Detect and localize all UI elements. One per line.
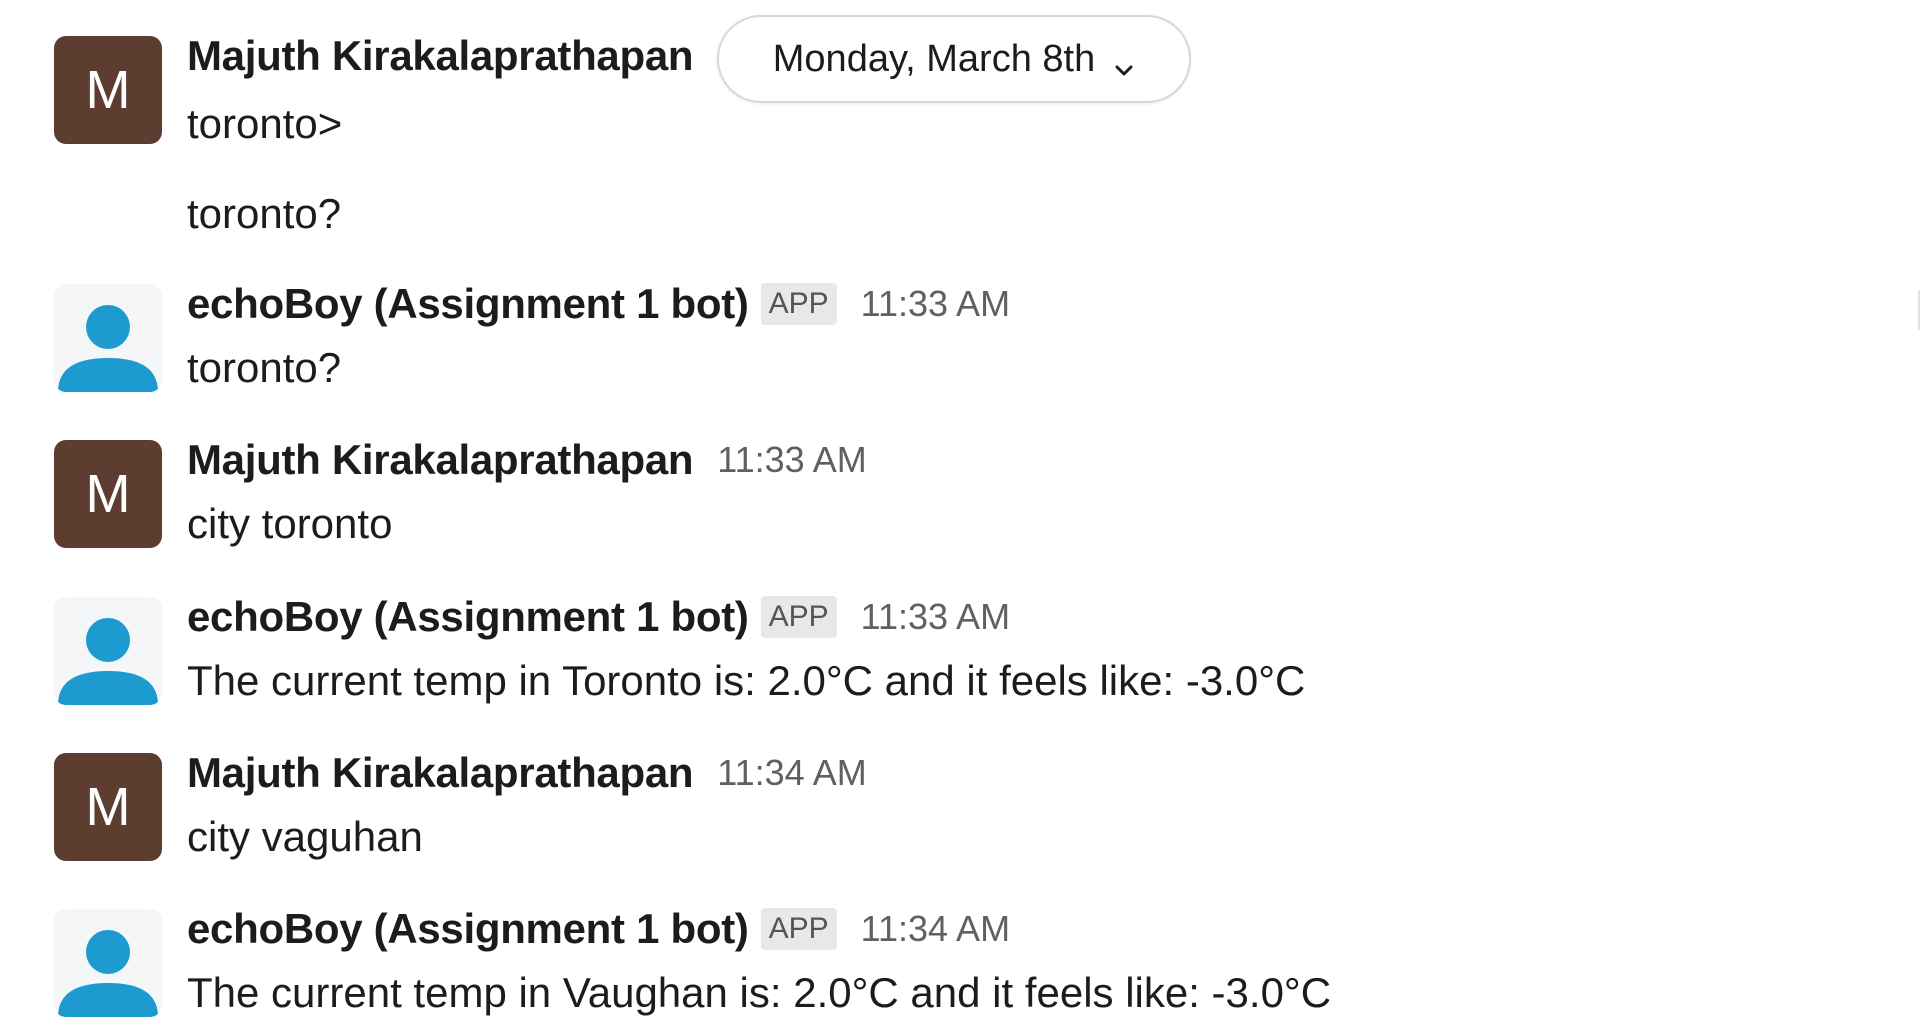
app-badge: APP [760,908,837,950]
message-header: Majuth Kirakalaprathapan 11:33 AM [187,436,867,484]
message-text: The current temp in Vaughan is: 2.0°C an… [187,969,1332,1016]
date-divider-button[interactable]: Monday, March 8th [717,15,1191,103]
author-name[interactable]: Majuth Kirakalaprathapan [187,749,694,797]
message-header: echoBoy (Assignment 1 bot) APP 11:33 AM [187,280,1010,328]
avatar[interactable]: M [54,440,162,548]
avatar-letter: M [85,777,131,837]
timestamp[interactable]: 11:34 AM [717,752,866,794]
timestamp[interactable]: 11:33 AM [717,439,866,481]
message-text: city toronto [187,500,393,547]
person-icon [58,305,158,392]
message-text: The current temp in Toronto is: 2.0°C an… [187,657,1306,704]
message-header: Majuth Kirakalaprathapan 11:34 AM [187,749,867,797]
author-name[interactable]: Majuth Kirakalaprathapan [187,32,694,80]
message-text: toronto> [187,100,343,147]
avatar[interactable] [54,597,162,705]
timestamp[interactable]: 11:33 AM [861,596,1010,638]
avatar[interactable] [54,909,162,1017]
author-name[interactable]: Majuth Kirakalaprathapan [187,436,694,484]
chevron-down-icon [1113,48,1135,76]
message-header: echoBoy (Assignment 1 bot) APP 11:33 AM [187,593,1010,641]
message-text: city vaguhan [187,813,423,860]
author-name[interactable]: echoBoy (Assignment 1 bot) [187,593,749,641]
author-name[interactable]: echoBoy (Assignment 1 bot) [187,280,749,328]
app-badge: APP [760,283,837,325]
person-icon [58,618,158,705]
avatar-letter: M [85,60,131,120]
timestamp[interactable]: 11:34 AM [861,908,1010,950]
date-label: Monday, March 8th [772,37,1096,80]
message-text: toronto? [187,344,342,391]
message-header: Majuth Kirakalaprathapan [187,32,694,80]
app-badge: APP [760,596,837,638]
message-text: toronto? [187,190,342,237]
message-list: M Majuth Kirakalaprathapan toronto> toro… [0,0,1920,1035]
message-header: echoBoy (Assignment 1 bot) APP 11:34 AM [187,905,1010,953]
avatar[interactable]: M [54,36,162,144]
person-icon [58,930,158,1017]
author-name[interactable]: echoBoy (Assignment 1 bot) [187,905,749,953]
timestamp[interactable]: 11:33 AM [861,283,1010,325]
avatar[interactable]: M [54,753,162,861]
avatar-letter: M [85,464,131,524]
avatar[interactable] [54,284,162,392]
